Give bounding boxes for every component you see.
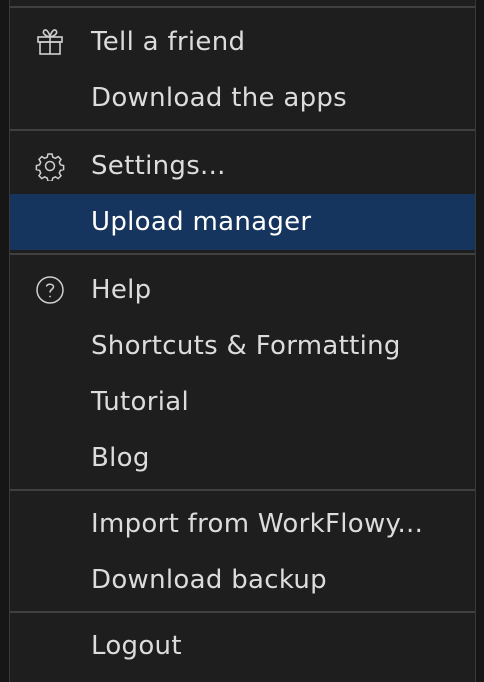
menu-divider [10, 253, 475, 255]
menu-item-tutorial[interactable]: Tutorial [10, 374, 475, 430]
menu-item-tell-a-friend[interactable]: Tell a friend [10, 14, 475, 70]
menu-item-label: Shortcuts & Formatting [91, 331, 401, 361]
menu-item-label: Logout [91, 631, 182, 661]
menu-item-shortcuts[interactable]: Shortcuts & Formatting [10, 318, 475, 374]
help-icon [33, 273, 67, 307]
menu-item-label: Tutorial [91, 387, 189, 417]
gift-icon [33, 25, 67, 59]
menu-item-label: Download the apps [91, 83, 348, 113]
menu-item-logout[interactable]: Logout [10, 618, 475, 674]
menu-item-label: Upload manager [91, 207, 312, 237]
menu-item-download-backup[interactable]: Download backup [10, 552, 475, 608]
menu-divider [10, 129, 475, 131]
menu-item-label: Download backup [91, 565, 327, 595]
menu-divider [10, 6, 475, 8]
menu-item-label: Settings... [91, 151, 226, 181]
menu-item-label: Import from WorkFlowy... [91, 509, 424, 539]
menu-divider [10, 611, 475, 613]
menu-item-upload-manager[interactable]: Upload manager [10, 194, 475, 250]
menu-item-blog[interactable]: Blog [10, 430, 475, 486]
menu-item-import[interactable]: Import from WorkFlowy... [10, 496, 475, 552]
gear-icon [33, 149, 67, 183]
menu-item-label: Help [91, 275, 152, 305]
menu-item-download-apps[interactable]: Download the apps [10, 70, 475, 126]
account-menu: Tell a friend Download the apps Settings… [9, 0, 476, 682]
menu-divider [10, 489, 475, 491]
menu-item-help[interactable]: Help [10, 262, 475, 318]
menu-item-settings[interactable]: Settings... [10, 138, 475, 194]
menu-item-label: Tell a friend [91, 27, 246, 57]
menu-item-label: Blog [91, 443, 150, 473]
